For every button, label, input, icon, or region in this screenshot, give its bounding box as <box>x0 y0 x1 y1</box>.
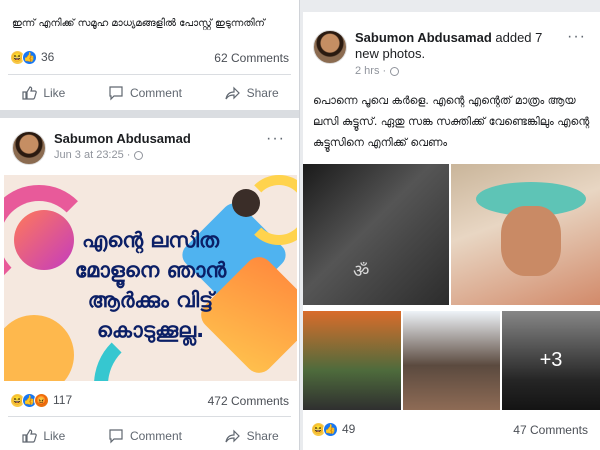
thumbs-up-icon <box>22 429 38 443</box>
right-feed-panel: Sabumon Abdusamad added 7 new photos. 2 … <box>300 0 600 450</box>
avatar[interactable] <box>12 131 46 165</box>
photo-2[interactable] <box>451 164 600 305</box>
earring-detail: ॐ <box>353 261 370 281</box>
post-text-snippet: ഇന്ന് എനിക്ക് സമൂഹ മാധ്യമങ്ങളിൽ പോസ്റ്റ്… <box>12 18 265 29</box>
poster-line: എന്റെ ലസിത <box>81 228 220 252</box>
author-name[interactable]: Sabumon Abdusamad <box>54 131 191 146</box>
comment-button[interactable]: Comment <box>108 428 182 444</box>
like-reaction-icon: 👍 <box>22 49 37 65</box>
post-image[interactable]: എന്റെ ലസിത മോളൂനെ ഞാൻ ആർക്കും വിട്ട് കൊട… <box>4 175 297 381</box>
poster-line: ആർക്കും വിട്ട് <box>87 288 214 312</box>
post-separator <box>0 110 299 118</box>
poster-line: കൊടുക്കൂല്ല. <box>96 318 205 342</box>
reaction-summary[interactable]: 😆 👍 😡 117 <box>10 391 72 409</box>
globe-icon <box>134 150 144 160</box>
like-reaction-icon: 👍 <box>323 421 338 437</box>
post-card: Sabumon Abdusamad added 7 new photos. 2 … <box>303 12 600 450</box>
photo-3[interactable] <box>303 311 401 410</box>
post-header: Sabumon Abdusamad added 7 new photos. 2 … <box>313 30 545 77</box>
post-time[interactable]: 2 hrs · <box>355 65 386 77</box>
left-feed-panel: ഇന്ന് എനിക്ക് സമൂഹ മാധ്യമങ്ങളിൽ പോസ്റ്റ്… <box>0 0 300 450</box>
post-header: Sabumon Abdusamad Jun 3 at 23:25 · <box>12 131 191 165</box>
photo-5[interactable]: +3 <box>502 311 600 410</box>
comment-label: Comment <box>129 429 182 443</box>
author-name[interactable]: Sabumon Abdusamad <box>355 30 492 45</box>
like-label: Like <box>43 429 66 443</box>
share-label: Share <box>246 429 279 443</box>
reaction-summary[interactable]: 😆 👍 49 <box>311 420 355 438</box>
comment-button[interactable]: Comment <box>108 85 182 101</box>
post-body-text: പൊന്നെ പൂവെ കർളെ. എന്റെ എന്റെത് മാത്രം ആ… <box>313 94 590 149</box>
angry-reaction-icon: 😡 <box>34 392 49 408</box>
poster-text: എന്റെ ലസിത മോളൂനെ ഞാൻ ആർക്കും വിട്ട് കൊട… <box>4 225 297 345</box>
reaction-count: 49 <box>342 422 356 436</box>
share-icon <box>225 86 240 100</box>
more-options-icon[interactable]: ··· <box>266 130 285 148</box>
comments-count[interactable]: 62 Comments <box>214 51 289 65</box>
globe-icon <box>390 66 400 76</box>
like-button[interactable]: Like <box>21 85 65 101</box>
divider <box>8 416 291 417</box>
comments-count[interactable]: 472 Comments <box>208 394 289 408</box>
face-shape <box>501 206 561 276</box>
reaction-count: 36 <box>41 50 55 64</box>
comment-icon <box>109 429 123 444</box>
comment-icon <box>109 86 123 101</box>
comment-label: Comment <box>129 86 182 100</box>
divider <box>8 74 291 75</box>
post-time[interactable]: Jun 3 at 23:25 · <box>54 149 130 161</box>
like-label: Like <box>43 86 66 100</box>
reaction-count: 117 <box>53 393 73 407</box>
photo-4[interactable] <box>403 311 500 410</box>
share-icon <box>225 429 240 443</box>
post-actions: Like Comment Share <box>0 421 299 450</box>
reaction-summary[interactable]: 😆 👍 36 <box>10 48 54 66</box>
thumbs-up-icon <box>22 86 38 100</box>
share-label: Share <box>246 86 279 100</box>
share-button[interactable]: Share <box>225 428 279 444</box>
avatar[interactable] <box>313 30 347 64</box>
like-button[interactable]: Like <box>21 428 65 444</box>
photo-1[interactable]: ॐ <box>303 164 449 305</box>
comments-count[interactable]: 47 Comments <box>513 423 588 437</box>
poster-line: മോളൂനെ ഞാൻ <box>74 258 227 282</box>
post-actions: Like Comment Share <box>0 78 299 108</box>
more-options-icon[interactable]: ··· <box>567 28 586 46</box>
more-photos-overlay[interactable]: +3 <box>502 311 600 410</box>
share-button[interactable]: Share <box>225 85 279 101</box>
